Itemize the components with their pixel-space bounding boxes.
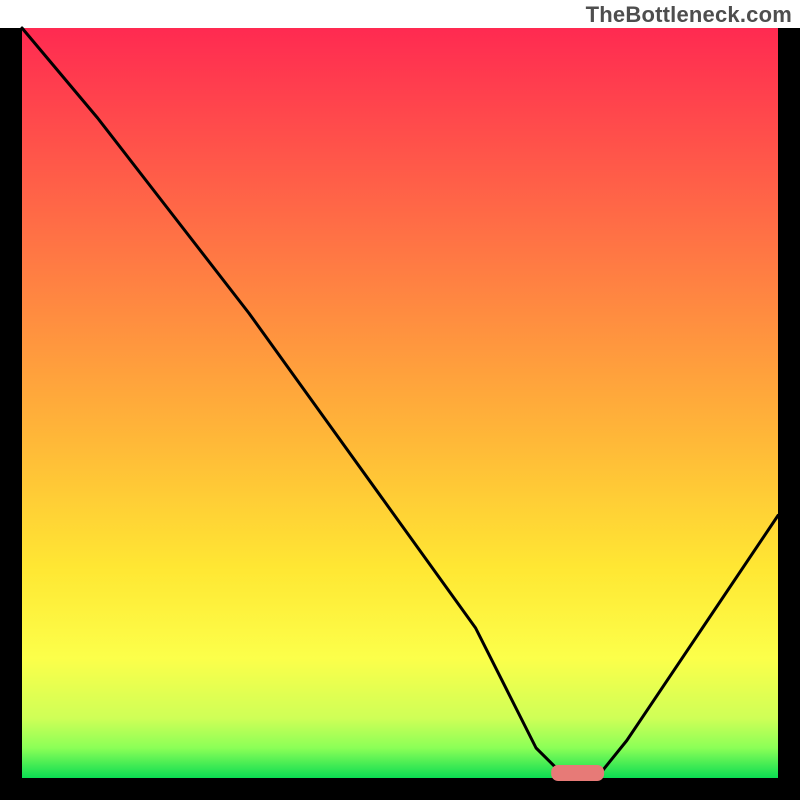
attribution-label: TheBottleneck.com: [586, 2, 792, 28]
chart-container: TheBottleneck.com: [0, 0, 800, 800]
plot-area: [22, 28, 778, 778]
optimum-marker: [551, 765, 604, 781]
bottleneck-chart: [0, 0, 800, 800]
